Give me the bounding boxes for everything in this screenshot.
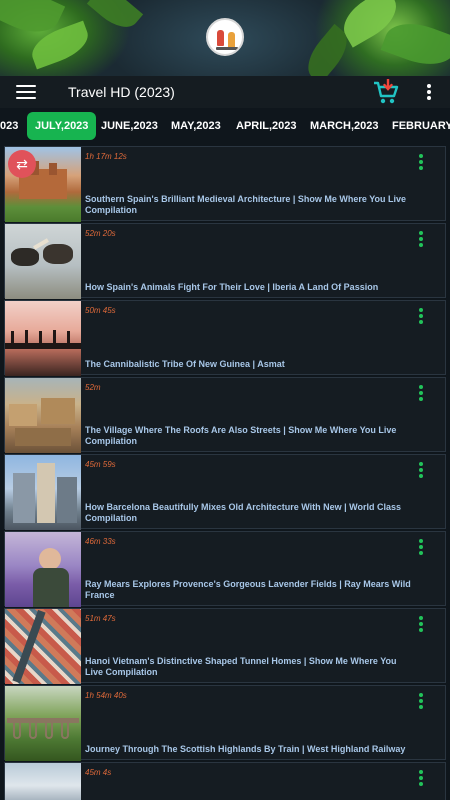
more-vertical-icon[interactable] [418, 307, 426, 325]
tab-month[interactable]: JUNE,2023 [101, 112, 158, 140]
video-title: Journey Through The Scottish Highlands B… [85, 744, 406, 754]
video-duration: 1h 54m 40s [85, 691, 127, 700]
video-list-item[interactable]: 1h 54m 40s Journey Through The Scottish … [4, 685, 446, 761]
video-title: Hanoi Vietnam's Distinctive Shaped Tunne… [85, 656, 397, 677]
cart-download-icon[interactable] [372, 79, 400, 105]
more-vertical-icon[interactable] [418, 153, 426, 171]
video-list-item[interactable]: 52m 20s How Spain's Animals Fight For Th… [4, 223, 446, 299]
video-thumbnail[interactable] [5, 224, 81, 299]
more-vertical-icon[interactable] [418, 769, 426, 787]
more-vertical-icon[interactable] [418, 615, 426, 633]
video-title: How Barcelona Beautifully Mixes Old Arch… [85, 502, 402, 523]
more-vertical-icon[interactable] [418, 384, 426, 402]
video-thumbnail[interactable] [5, 686, 81, 761]
video-title: Southern Spain's Brilliant Medieval Arch… [85, 194, 407, 215]
more-vertical-icon[interactable] [424, 83, 434, 101]
video-duration: 45m 59s [85, 460, 116, 469]
leaf-decoration [86, 0, 144, 36]
tab-month-active[interactable]: JULY,2023 [27, 112, 97, 140]
app-bar: Travel HD (2023) [0, 76, 450, 108]
app-logo [206, 18, 244, 56]
more-vertical-icon[interactable] [418, 538, 426, 556]
video-duration: 50m 45s [85, 306, 116, 315]
leaf-decoration [380, 14, 450, 74]
video-duration: 52m 20s [85, 229, 116, 238]
video-list-item[interactable]: 52m The Village Where The Roofs Are Also… [4, 377, 446, 453]
tab-month[interactable]: FEBRUARY,2 [392, 112, 450, 140]
video-duration: 46m 33s [85, 537, 116, 546]
video-title: The Village Where The Roofs Are Also Str… [85, 425, 397, 446]
video-list-item[interactable]: 1h 17m 12s Southern Spain's Brilliant Me… [4, 146, 446, 222]
video-title: How Spain's Animals Fight For Their Love… [85, 282, 379, 292]
video-thumbnail[interactable] [5, 301, 81, 376]
video-list-item[interactable]: 45m 4s [4, 762, 446, 800]
video-thumbnail[interactable] [5, 532, 81, 607]
tab-month[interactable]: MARCH,2023 [310, 112, 378, 140]
video-thumbnail[interactable] [5, 455, 81, 530]
video-list-item[interactable]: 51m 47s Hanoi Vietnam's Distinctive Shap… [4, 608, 446, 684]
header-banner [0, 0, 450, 76]
more-vertical-icon[interactable] [418, 461, 426, 479]
video-list-item[interactable]: 50m 45s The Cannibalistic Tribe Of New G… [4, 300, 446, 376]
tab-month[interactable]: 023 [0, 112, 18, 140]
video-duration: 1h 17m 12s [85, 152, 127, 161]
more-vertical-icon[interactable] [418, 692, 426, 710]
video-duration: 51m 47s [85, 614, 116, 623]
video-duration: 52m [85, 383, 101, 392]
shuffle-button[interactable]: ⇄ [8, 150, 36, 178]
video-thumbnail[interactable] [5, 378, 81, 453]
video-list-item[interactable]: 45m 59s How Barcelona Beautifully Mixes … [4, 454, 446, 530]
video-list-item[interactable]: 46m 33s Ray Mears Explores Provence's Go… [4, 531, 446, 607]
video-thumbnail[interactable] [5, 763, 81, 800]
video-title: The Cannibalistic Tribe Of New Guinea | … [85, 359, 285, 369]
video-thumbnail[interactable] [5, 609, 81, 684]
tab-month[interactable]: APRIL,2023 [236, 112, 297, 140]
more-vertical-icon[interactable] [418, 230, 426, 248]
video-title: Ray Mears Explores Provence's Gorgeous L… [85, 579, 411, 600]
shuffle-icon: ⇄ [16, 156, 28, 172]
tab-month[interactable]: MAY,2023 [171, 112, 221, 140]
month-tabs: 023 JULY,2023 JUNE,2023 MAY,2023 APRIL,2… [0, 108, 450, 144]
app-title: Travel HD (2023) [68, 84, 175, 100]
video-duration: 45m 4s [85, 768, 112, 777]
hamburger-menu-icon[interactable] [16, 84, 36, 100]
